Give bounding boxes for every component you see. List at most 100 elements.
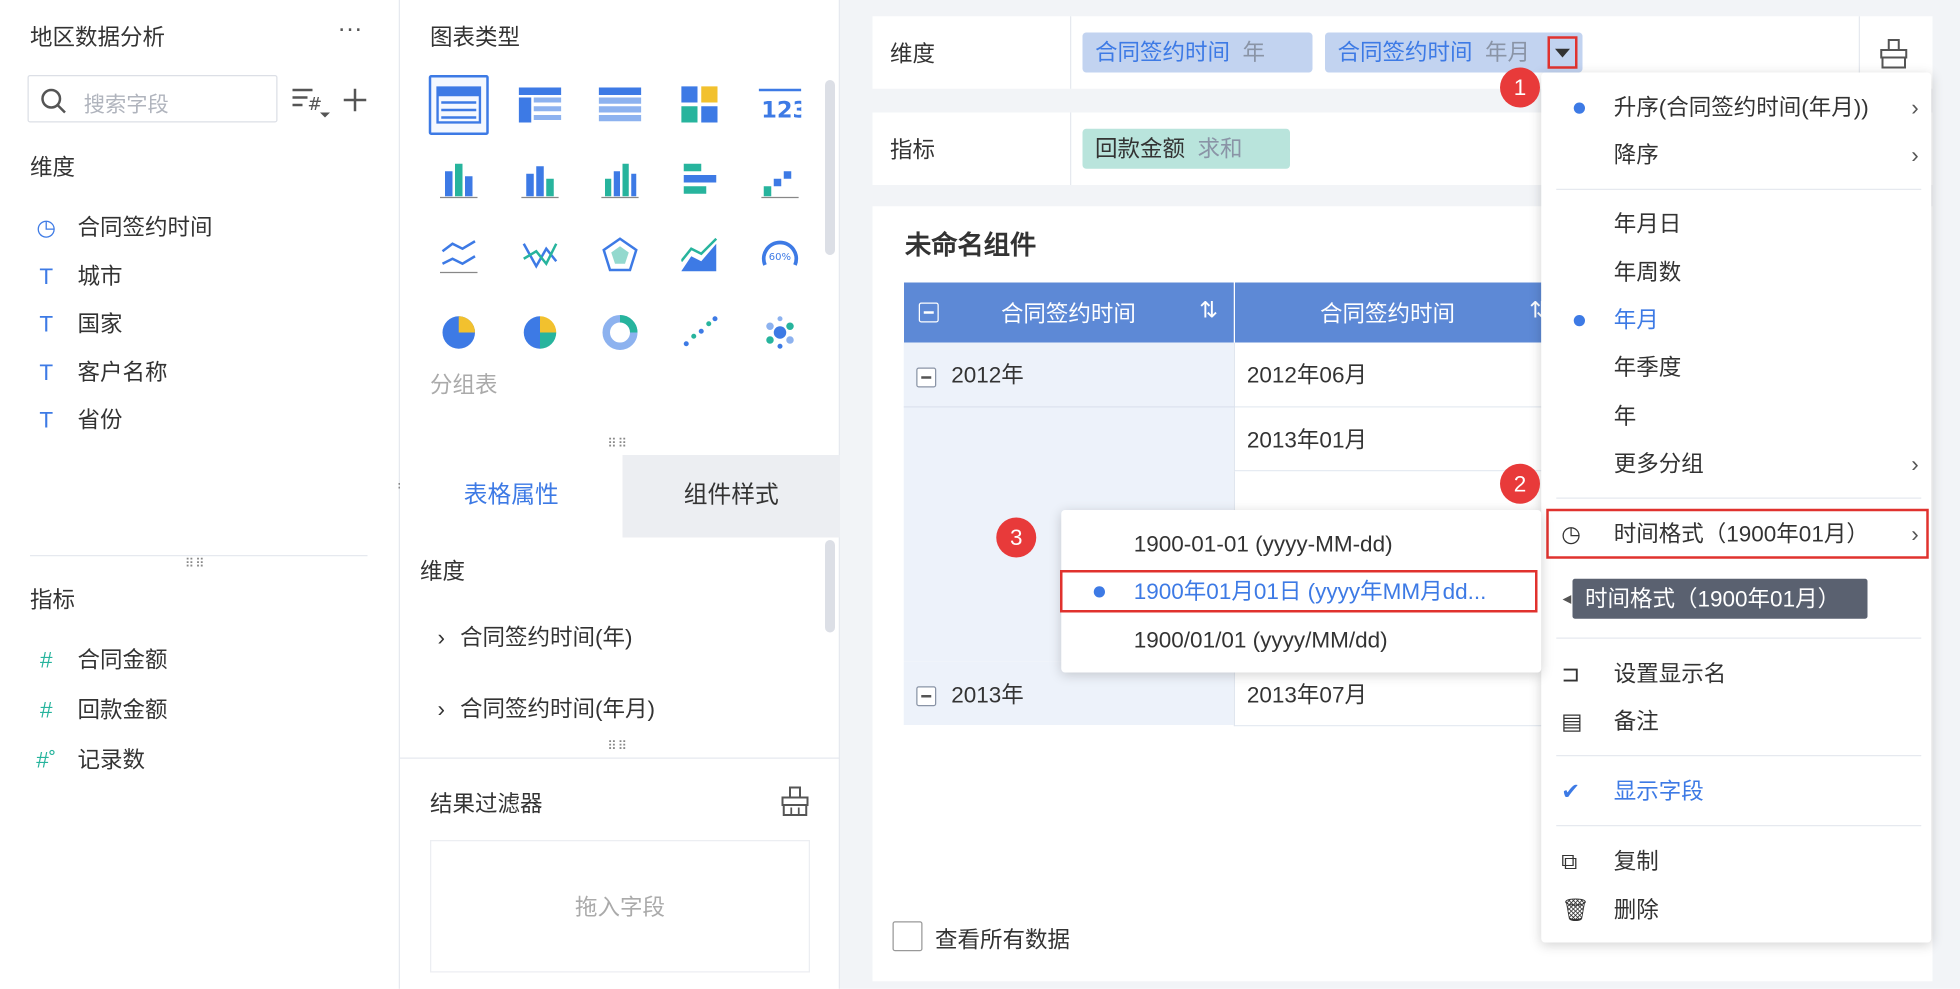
step-badge-1: 1 bbox=[1500, 67, 1540, 108]
combo-line-chart-icon[interactable] bbox=[510, 225, 570, 285]
menu-item-sort-asc[interactable]: 升序(合同签约时间(年月)) › bbox=[1541, 84, 1931, 132]
dimension-section-title: 维度 bbox=[420, 558, 465, 584]
pie-chart-icon[interactable] bbox=[429, 303, 489, 363]
field-item-customer[interactable]: T 客户名称 bbox=[30, 355, 167, 390]
field-item-date[interactable]: ◷ 合同签约时间 bbox=[30, 210, 212, 245]
line-chart-icon[interactable] bbox=[429, 225, 489, 285]
copy-icon: ⧉ bbox=[1561, 848, 1578, 874]
waterfall-chart-icon[interactable] bbox=[750, 150, 810, 210]
menu-item-sort-desc[interactable]: 降序 › bbox=[1541, 131, 1931, 179]
check-icon: ✔ bbox=[1561, 778, 1581, 804]
sort-fields-icon[interactable]: # bbox=[290, 83, 333, 121]
kpi-chart-icon[interactable] bbox=[670, 75, 730, 135]
collapse-icon[interactable] bbox=[916, 366, 937, 387]
add-icon[interactable] bbox=[340, 85, 370, 115]
bubble-chart-icon[interactable] bbox=[750, 303, 810, 363]
collapse-icon[interactable] bbox=[916, 685, 937, 706]
broom-icon[interactable] bbox=[1878, 38, 1911, 71]
step-badge-3: 3 bbox=[996, 517, 1037, 558]
field-item-country[interactable]: T 国家 bbox=[30, 306, 122, 341]
radar-chart-icon[interactable] bbox=[590, 225, 650, 285]
field-item-record-count[interactable]: #˚ 记录数 bbox=[30, 743, 145, 778]
menu-item-show-field[interactable]: ✔ 显示字段 bbox=[1541, 768, 1931, 816]
dimension-item-year[interactable]: › 合同签约时间(年) bbox=[438, 620, 633, 653]
table-row: 2013年01月 bbox=[903, 406, 1542, 471]
bar-chart-icon[interactable] bbox=[510, 150, 570, 210]
text-type-icon: T bbox=[39, 311, 54, 337]
sort-icon[interactable]: ⇅ bbox=[1199, 298, 1218, 324]
format-option-slash[interactable]: 1900/01/01 (yyyy/MM/dd) bbox=[1061, 616, 1541, 664]
dimension-label: 维度 bbox=[890, 41, 935, 67]
filter-drop-zone[interactable]: 拖入字段 bbox=[430, 840, 810, 973]
divider bbox=[30, 555, 368, 557]
menu-item-ymd[interactable]: 年月日 bbox=[1541, 200, 1931, 248]
view-all-label: 查看所有数据 bbox=[935, 927, 1070, 953]
text-type-icon: T bbox=[39, 407, 54, 433]
field-item-payment-amount[interactable]: # 回款金额 bbox=[30, 693, 168, 728]
chevron-right-icon: › bbox=[1911, 95, 1919, 120]
cross-table-chart-icon[interactable] bbox=[510, 75, 570, 135]
collapse-all-icon[interactable] bbox=[918, 302, 939, 323]
dimension-pill-year[interactable]: 合同签约时间年 bbox=[1082, 32, 1313, 73]
dimension-pill-yearmonth[interactable]: 合同签约时间 年月 bbox=[1325, 32, 1583, 73]
number-chart-icon[interactable]: 123 bbox=[750, 75, 810, 135]
number-type-icon: # bbox=[39, 697, 53, 723]
column-header[interactable]: 合同签约时间 ⇅ bbox=[1233, 282, 1548, 343]
menu-item-set-display-name[interactable]: ⊐ 设置显示名 bbox=[1541, 650, 1931, 698]
area-chart-icon[interactable] bbox=[670, 225, 730, 285]
donut-chart-icon[interactable] bbox=[590, 303, 650, 363]
chevron-right-icon: › bbox=[437, 625, 446, 650]
rose-chart-icon[interactable] bbox=[510, 303, 570, 363]
resize-handle[interactable]: ⠿⠿ bbox=[608, 438, 629, 452]
grouped-bar-chart-icon[interactable] bbox=[590, 150, 650, 210]
search-input[interactable]: 搜索字段 bbox=[27, 75, 278, 123]
menu-item-delete[interactable]: 🗑 删除 bbox=[1541, 886, 1931, 934]
chevron-right-icon: › bbox=[1911, 142, 1919, 168]
svg-text:123: 123 bbox=[761, 98, 801, 123]
highlight-selected-format bbox=[1060, 570, 1538, 613]
resize-handle[interactable]: ⠿⠿ bbox=[185, 558, 206, 572]
menu-item-more-group[interactable]: 更多分组 › bbox=[1541, 440, 1931, 488]
view-all-checkbox[interactable] bbox=[892, 921, 923, 952]
group-table-chart-icon[interactable] bbox=[428, 75, 489, 135]
search-placeholder: 搜索字段 bbox=[83, 92, 169, 117]
menu-item-year-month[interactable]: 年月 bbox=[1541, 296, 1931, 344]
widget-title: 未命名组件 bbox=[905, 231, 1037, 260]
text-type-icon: T bbox=[39, 360, 54, 385]
pill-dropdown-button[interactable] bbox=[1547, 36, 1578, 69]
field-panel bbox=[0, 0, 400, 989]
indicator-pill[interactable]: 回款金额 求和 bbox=[1082, 128, 1290, 169]
search-icon bbox=[41, 88, 66, 114]
field-item-city[interactable]: T 城市 bbox=[30, 259, 122, 294]
tab-table-properties[interactable]: 表格属性 bbox=[400, 455, 623, 538]
field-item-province[interactable]: T 省份 bbox=[30, 403, 122, 438]
chart-type-title: 图表类型 bbox=[430, 25, 520, 50]
gauge-chart-icon[interactable]: 60% bbox=[750, 225, 810, 285]
menu-item-copy[interactable]: ⧉ 复制 bbox=[1541, 838, 1931, 886]
more-icon[interactable]: ··· bbox=[338, 15, 363, 44]
broom-icon[interactable] bbox=[779, 785, 812, 818]
chevron-right-icon: › bbox=[437, 696, 446, 722]
stacked-bar-chart-icon[interactable] bbox=[429, 150, 489, 210]
step-badge-2: 2 bbox=[1500, 463, 1540, 504]
menu-item-year-quarter[interactable]: 年季度 bbox=[1541, 344, 1931, 392]
detail-table-chart-icon[interactable] bbox=[590, 75, 650, 135]
svg-text:60%: 60% bbox=[769, 252, 791, 263]
menu-item-year[interactable]: 年 bbox=[1541, 393, 1931, 441]
tab-component-style[interactable]: 组件样式 bbox=[622, 455, 840, 538]
menu-item-note[interactable]: ▤ 备注 bbox=[1541, 698, 1931, 746]
field-item-contract-amount[interactable]: # 合同金额 bbox=[30, 643, 168, 678]
field-dropdown-menu: 升序(合同签约时间(年月)) › 降序 › 年月日 年周数 年月 年季度 年 更多分… bbox=[1541, 72, 1932, 943]
dimension-item-yearmonth[interactable]: › 合同签约时间(年月) bbox=[438, 691, 656, 724]
menu-item-year-week[interactable]: 年周数 bbox=[1541, 249, 1931, 297]
column-header[interactable]: 合同签约时间 ⇅ bbox=[903, 282, 1235, 343]
clock-icon: ◷ bbox=[36, 215, 57, 240]
svg-text:#: # bbox=[308, 95, 323, 115]
format-option-dash[interactable]: 1900-01-01 (yyyy-MM-dd) bbox=[1061, 520, 1541, 568]
scrollbar[interactable] bbox=[825, 80, 835, 255]
caret-left-icon: ◂ bbox=[1562, 587, 1572, 608]
scatter-chart-icon[interactable] bbox=[670, 303, 730, 363]
resize-handle[interactable]: ⠿⠿ bbox=[608, 740, 629, 754]
horizontal-bar-chart-icon[interactable] bbox=[670, 150, 730, 210]
scrollbar[interactable] bbox=[825, 540, 835, 633]
